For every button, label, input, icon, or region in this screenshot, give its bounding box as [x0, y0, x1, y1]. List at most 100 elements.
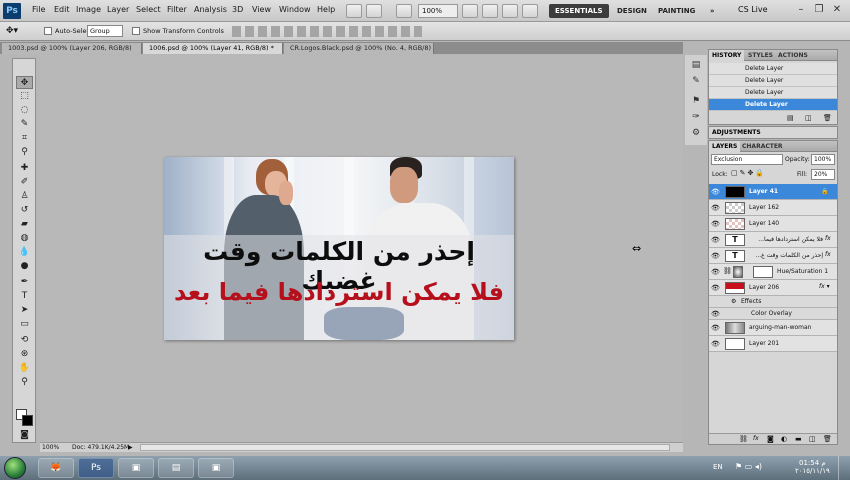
language-indicator[interactable]: EN — [713, 463, 723, 471]
tab-styles[interactable]: STYLES — [745, 50, 776, 61]
app-taskbar-icon[interactable]: ▣ — [198, 458, 234, 478]
delete-layer-icon[interactable]: 🗑 — [823, 435, 832, 443]
zoom-tool-icon[interactable]: ⚲ — [16, 376, 33, 389]
tab-layers[interactable]: LAYERS — [709, 141, 741, 152]
workspace-painting[interactable]: PAINTING — [652, 4, 701, 18]
crop-tool-icon[interactable]: ⌗ — [16, 132, 33, 145]
cs-live-button[interactable]: CS Live — [738, 5, 768, 14]
firefox-taskbar-icon[interactable]: 🦊 — [38, 458, 74, 478]
layer-row[interactable]: 👁 T فلا يمكن استردادها فيما... fx — [709, 232, 837, 248]
tab-1003[interactable]: 1003.psd @ 100% (Layer 206, RGB/8) — [2, 43, 142, 54]
history-brush-tool-icon[interactable]: ↺ — [16, 204, 33, 217]
eye-icon[interactable]: 👁 — [711, 236, 720, 244]
show-desktop-button[interactable] — [838, 456, 850, 480]
fill-field[interactable]: 20% — [811, 169, 835, 180]
new-adjustment-icon[interactable]: ◐ — [781, 435, 787, 443]
restore-icon[interactable]: ❐ — [812, 3, 826, 17]
quick-mask-icon[interactable]: ◙ — [16, 429, 33, 442]
shape-tool-icon[interactable]: ▭ — [16, 318, 33, 331]
dodge-tool-icon[interactable]: ● — [16, 260, 33, 273]
tab-character[interactable]: CHARACTER — [739, 141, 786, 152]
menu-edit[interactable]: Edit — [54, 5, 70, 14]
new-group-icon[interactable]: ▬ — [795, 435, 802, 443]
new-layer-icon[interactable]: ◫ — [809, 435, 816, 443]
3d-rotate-tool-icon[interactable]: ⟲ — [16, 334, 33, 347]
close-icon[interactable]: ✕ — [830, 3, 844, 17]
zoom-tool-icon[interactable] — [482, 4, 498, 18]
3d-orbit-tool-icon[interactable]: ⊛ — [16, 348, 33, 361]
align-distribute-icons[interactable] — [232, 26, 422, 37]
layer-row[interactable]: 👁 Layer 162 — [709, 200, 837, 216]
auto-select-checkbox[interactable] — [44, 27, 52, 35]
info-panel-icon[interactable]: ⚑ — [689, 95, 703, 107]
lock-icons[interactable]: ▢✎✥🔒 — [731, 169, 771, 179]
explorer-taskbar-icon[interactable]: ▤ — [158, 458, 194, 478]
menu-view[interactable]: View — [252, 5, 271, 14]
layer-row[interactable]: 👁 Layer 206 fx ▾ — [709, 280, 837, 296]
quick-select-tool-icon[interactable]: ✎ — [16, 118, 33, 131]
blend-mode-select[interactable]: Exclusion — [711, 154, 783, 165]
menu-select[interactable]: Select — [136, 5, 161, 14]
tab-history[interactable]: HISTORY — [709, 50, 745, 61]
eye-icon[interactable]: 👁 — [711, 310, 720, 318]
eye-icon[interactable]: 👁 — [711, 324, 720, 332]
layer-row[interactable]: 👁 Layer 140 — [709, 216, 837, 232]
marquee-tool-icon[interactable]: ⬚ — [16, 90, 33, 103]
menu-help[interactable]: Help — [317, 5, 335, 14]
history-item-current[interactable]: Delete Layer — [709, 99, 837, 111]
menu-analysis[interactable]: Analysis — [194, 5, 227, 14]
hand-tool-icon[interactable]: ✋ — [16, 362, 33, 375]
layer-row[interactable]: 👁 arguing-man-woman — [709, 320, 837, 336]
workspace-more-chevron[interactable]: » — [704, 4, 721, 18]
clock[interactable]: 01:54 م ٢٠١٥/١١/١٩ — [795, 459, 830, 475]
eraser-tool-icon[interactable]: ▰ — [16, 218, 33, 231]
blur-tool-icon[interactable]: 💧 — [16, 246, 33, 259]
menu-layer[interactable]: Layer — [107, 5, 129, 14]
pen-tool-icon[interactable]: ✒ — [16, 276, 33, 289]
brush-panel-icon[interactable]: ✑ — [689, 111, 703, 123]
effect-row[interactable]: 👁 Color Overlay — [709, 308, 837, 320]
eye-icon[interactable]: 👁 — [711, 340, 720, 348]
clone-stamp-tool-icon[interactable]: ♙ — [16, 190, 33, 203]
history-item[interactable]: Delete Layer — [709, 87, 837, 99]
status-zoom[interactable]: 100% — [42, 443, 59, 452]
media-taskbar-icon[interactable]: ▣ — [118, 458, 154, 478]
bridge-icon[interactable] — [346, 4, 362, 18]
new-snapshot-icon[interactable]: ◫ — [805, 114, 813, 122]
history-item[interactable]: Delete Layer — [709, 63, 837, 75]
arrange-documents-icon[interactable] — [396, 4, 412, 18]
spot-healing-tool-icon[interactable]: ✚ — [16, 162, 33, 175]
tab-actions[interactable]: ACTIONS — [775, 50, 811, 61]
navigator-panel-icon[interactable]: ✎ — [689, 75, 703, 87]
tab-1006[interactable]: 1006.psd @ 100% (Layer 41, RGB/8) * — [143, 43, 283, 54]
type-tool-icon[interactable]: T — [16, 290, 33, 303]
workspace-essentials[interactable]: ESSENTIALS — [549, 4, 609, 18]
add-mask-icon[interactable]: ◙ — [767, 435, 774, 443]
eyedropper-tool-icon[interactable]: ⚲ — [16, 146, 33, 159]
eye-icon[interactable]: 👁 — [711, 284, 720, 292]
paint-bucket-tool-icon[interactable]: ◍ — [16, 232, 33, 245]
tab-adjustments[interactable]: ADJUSTMENTS — [709, 127, 764, 138]
zoom-level-select[interactable]: 100% — [418, 4, 458, 18]
eye-icon[interactable]: 👁 — [711, 252, 720, 260]
minimize-icon[interactable]: – — [794, 3, 808, 17]
horizontal-scrollbar[interactable] — [140, 444, 670, 451]
status-doc-size[interactable]: Doc: 479.1K/4.25M — [72, 443, 129, 452]
clone-source-icon[interactable]: ⚙ — [689, 127, 703, 139]
screen-mode-icon[interactable] — [522, 4, 538, 18]
move-tool-preset-icon[interactable]: ✥▾ — [6, 25, 30, 37]
effects-row[interactable]: ⚙ Effects — [709, 296, 837, 308]
new-document-icon[interactable]: ▤ — [787, 114, 795, 122]
tab-cr-logos[interactable]: CR.Logos.Black.psd @ 100% (No. 4, RGB/8) — [284, 43, 434, 54]
link-layers-icon[interactable]: ⛓ — [739, 435, 748, 443]
start-button[interactable] — [4, 457, 26, 479]
layer-row[interactable]: 👁 T إحذر من الكلمات وقت غ... fx — [709, 248, 837, 264]
opacity-field[interactable]: 100% — [811, 154, 835, 165]
photoshop-taskbar-icon[interactable]: Ps — [78, 458, 114, 478]
path-selection-tool-icon[interactable]: ➤ — [16, 304, 33, 317]
brush-tool-icon[interactable]: ✐ — [16, 176, 33, 189]
lasso-tool-icon[interactable]: ◌ — [16, 104, 33, 117]
rotate-view-icon[interactable] — [502, 4, 518, 18]
eye-icon[interactable]: 👁 — [711, 188, 720, 196]
status-menu-arrow-icon[interactable]: ▶ — [128, 444, 135, 451]
